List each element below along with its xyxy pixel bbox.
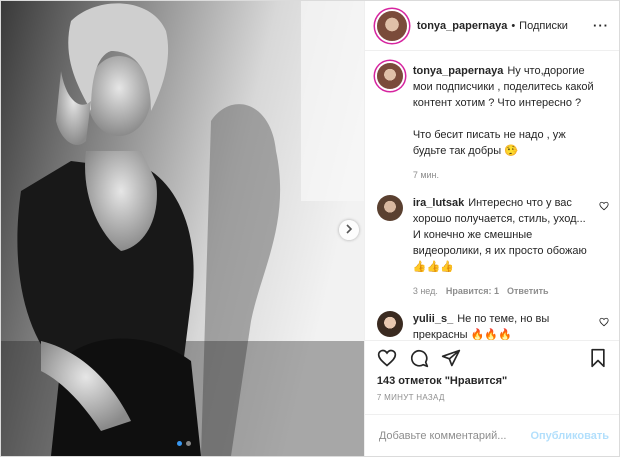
post-header: tonya_papernaya • Подписки ··· [364,1,619,51]
comment-row: ira_lutsak Интересно что у вас хорошо пол… [376,195,609,299]
heart-icon[interactable] [599,317,609,330]
comment-reply-button[interactable]: Ответить [507,283,549,299]
carousel-dot-1 [177,441,182,446]
share-paper-plane-icon[interactable] [441,348,461,371]
caption-text: Ну что,дорогие мои подписчики , поделите… [412,65,594,157]
more-dots-icon[interactable]: ··· [593,18,609,33]
caption-row: tonya_papernaya Ну что,дорогие мои подпис… [376,63,609,183]
bookmark-icon[interactable] [589,348,607,371]
post-timestamp[interactable]: 7 МИНУТ НАЗАД [377,393,607,414]
comment-likes[interactable]: Нравится: 1 [446,283,499,299]
instagram-post: tonya_papernaya • Подписки ··· tonya_pap… [0,0,620,457]
caption-time[interactable]: 7 мин. [413,167,439,183]
comment-username[interactable]: ira_lutsak [413,197,464,209]
commenter-avatar[interactable] [376,311,403,337]
post-sidebar: tonya_papernaya • Подписки ··· tonya_pap… [363,1,619,456]
author-username[interactable]: tonya_papernaya [417,20,507,32]
comment-input[interactable] [376,428,531,443]
commenter-avatar[interactable] [376,195,403,221]
like-heart-icon[interactable] [377,348,397,371]
author-avatar[interactable] [376,10,407,41]
photo-image [1,1,364,456]
caption-username[interactable]: tonya_papernaya [413,65,503,77]
comment-time[interactable]: 3 нед. [413,283,438,299]
following-button[interactable]: Подписки [519,20,568,32]
add-comment-bar: Опубликовать [364,414,619,456]
comment-bubble-icon[interactable] [409,348,429,371]
chevron-right-icon [345,223,353,237]
likes-count[interactable]: 143 отметок "Нравится" [377,375,607,387]
heart-icon[interactable] [599,201,609,214]
carousel-dot-2 [186,441,191,446]
post-photo[interactable] [1,1,364,456]
post-actions: 143 отметок "Нравится" 7 МИНУТ НАЗАД [364,340,619,414]
comment-username[interactable]: yulii_s_ [413,313,453,325]
follow-separator: • [511,19,516,32]
publish-comment-button[interactable]: Опубликовать [530,430,609,442]
carousel-next-button[interactable] [339,220,359,240]
comment-row: yulii_s_ Не по теме, но вы прекрасны 🔥🔥🔥 [376,311,609,340]
caption-avatar[interactable] [376,63,403,89]
comments-list: tonya_papernaya Ну что,дорогие мои подпис… [365,51,619,340]
carousel-indicator [177,441,191,446]
